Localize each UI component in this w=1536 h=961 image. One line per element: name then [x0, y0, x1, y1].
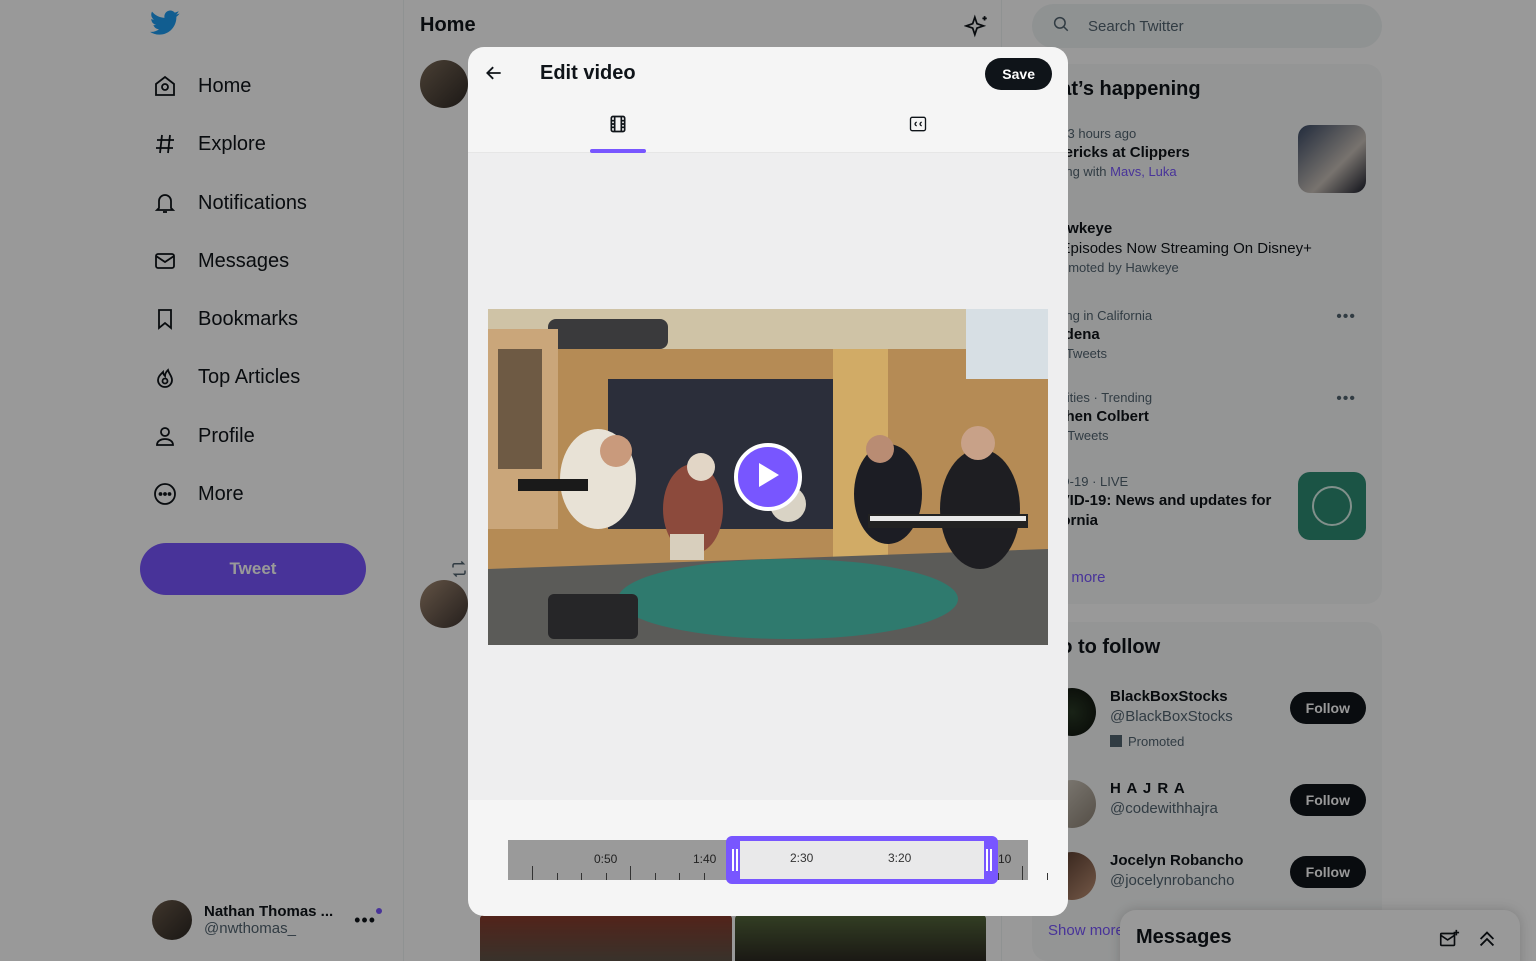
- timeline-tick: [532, 866, 533, 880]
- trim-handle-start[interactable]: [730, 841, 740, 879]
- timeline-label: 2:30: [790, 851, 814, 865]
- timeline-tick: [654, 873, 656, 880]
- trim-handle-end[interactable]: [984, 841, 994, 879]
- timeline-tick: [703, 873, 705, 880]
- timeline-label: 1:40: [693, 852, 717, 866]
- closed-captions-icon: [908, 114, 928, 139]
- play-icon: [755, 461, 781, 494]
- trim-selection[interactable]: 2:30 3:20: [726, 836, 998, 884]
- film-icon: [608, 114, 628, 139]
- timeline-tick: [581, 873, 582, 880]
- timeline-label: 3:20: [888, 851, 912, 865]
- modal-tabs: [468, 100, 1068, 153]
- play-button[interactable]: [734, 443, 802, 511]
- timeline-tick: [1046, 873, 1048, 880]
- timeline-tick: [605, 873, 607, 880]
- timeline-tick: [1022, 866, 1023, 880]
- timeline-tick: [556, 873, 558, 880]
- timeline-tick: [630, 866, 631, 880]
- back-arrow-icon[interactable]: [480, 59, 508, 87]
- timeline-label: 0:50: [594, 852, 618, 866]
- tab-trim[interactable]: [468, 100, 768, 153]
- modal-title: Edit video: [540, 62, 636, 84]
- timeline-tick: [679, 873, 680, 880]
- tab-captions[interactable]: [768, 100, 1068, 153]
- edit-video-modal: Edit video Save 0:50 1:40 10 2:30 3:20: [468, 47, 1068, 916]
- save-button[interactable]: Save: [985, 58, 1052, 90]
- modal-header: Edit video Save: [468, 47, 1068, 100]
- timeline-label: 10: [998, 852, 1012, 866]
